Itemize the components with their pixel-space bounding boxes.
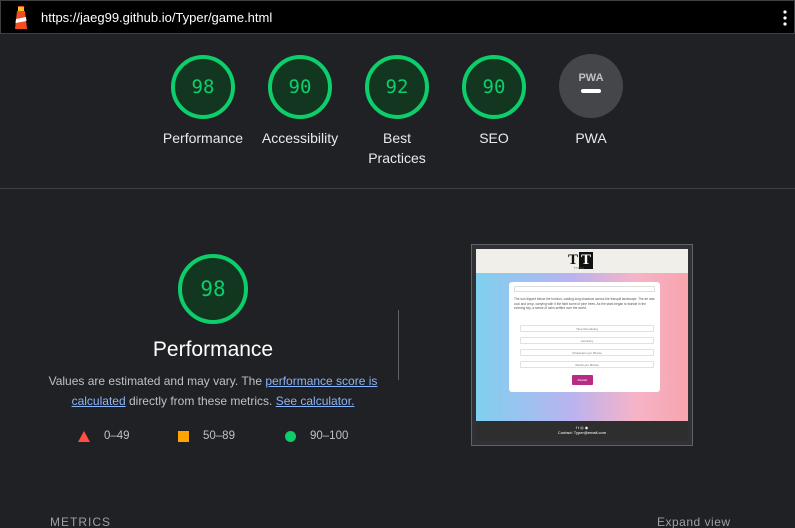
typing-input	[514, 286, 655, 292]
vertical-divider	[398, 310, 399, 380]
typing-passage: The sun dipped below the horizon, castin…	[514, 297, 655, 310]
gauge-label: SEO	[479, 130, 509, 146]
kebab-menu-icon[interactable]	[782, 10, 788, 26]
description-text: directly from these metrics.	[125, 394, 276, 408]
screenshot-footer: f t ◎ ◉ Contact: Typer@email.com	[476, 421, 688, 441]
circle-icon	[285, 430, 296, 442]
gauge-ring: 92	[365, 55, 429, 119]
screenshot-gradient-bg: The sun dipped below the horizon, castin…	[476, 273, 688, 421]
gauge-ring: 98	[171, 55, 235, 119]
gauge-ring: 90	[462, 55, 526, 119]
page-url[interactable]: https://jaeg99.github.io/Typer/game.html	[41, 10, 272, 25]
performance-title: Performance	[152, 338, 274, 361]
stat-row: Words per Minute	[520, 361, 654, 368]
expand-view-toggle[interactable]: Expand view	[657, 515, 731, 528]
browser-top-bar: https://jaeg99.github.io/Typer/game.html	[0, 0, 795, 34]
metrics-heading: METRICS	[50, 515, 111, 528]
legend-range: 0–49	[104, 430, 130, 442]
typer-subtitle: TYPER	[574, 266, 585, 270]
performance-score: 98	[200, 277, 225, 301]
description-text: Values are estimated and may vary. The	[48, 374, 266, 388]
screenshot-header: TT TYPER	[476, 249, 688, 273]
see-calculator-link[interactable]: See calculator.	[276, 394, 355, 408]
gauge-label: PWA	[575, 130, 607, 146]
gauge-best-practices[interactable]: 92 Best Practices	[347, 54, 447, 168]
gauge-label: Best Practices	[368, 130, 426, 166]
gauge-accessibility[interactable]: 90 Accessibility	[250, 54, 350, 148]
category-gauges: 98 Performance 90 Accessibility 92 Best …	[0, 34, 795, 189]
legend-range: 90–100	[310, 430, 349, 442]
gauge-score: 92	[386, 76, 409, 98]
pwa-badge-icon: PWA	[559, 54, 623, 118]
legend-pass: 90–100	[285, 430, 348, 442]
gauge-ring: 90	[268, 55, 332, 119]
gauge-label: Performance	[162, 130, 244, 146]
typing-card: The sun dipped below the horizon, castin…	[509, 282, 660, 392]
restart-button: Restart	[572, 375, 593, 385]
final-screenshot[interactable]: TT TYPER The sun dipped below the horizo…	[471, 244, 693, 446]
gauge-pwa[interactable]: PWA PWA	[541, 54, 641, 148]
stat-row: Characters per Minute	[520, 349, 654, 356]
lighthouse-icon	[15, 6, 27, 29]
gauge-performance[interactable]: 98 Performance	[153, 54, 253, 148]
performance-gauge-large: 98	[178, 254, 248, 324]
gauge-seo[interactable]: 90 SEO	[444, 54, 544, 148]
legend-fail: 0–49	[78, 430, 130, 442]
gauge-score: 90	[289, 76, 312, 98]
gauge-score: 90	[483, 76, 506, 98]
gauge-label: Accessibility	[261, 130, 339, 146]
pwa-badge-text: PWA	[578, 72, 603, 84]
screenshot-content: TT TYPER The sun dipped below the horizo…	[476, 249, 688, 441]
contact-text: Contact: Typer@email.com	[557, 430, 607, 435]
legend-average: 50–89	[178, 430, 235, 442]
legend-range: 50–89	[203, 430, 235, 442]
performance-description: Values are estimated and may vary. The p…	[40, 371, 386, 411]
triangle-icon	[78, 430, 90, 442]
gauge-score: 98	[192, 76, 215, 98]
square-icon	[178, 430, 189, 442]
time-remaining-field: Time Remaining	[520, 325, 654, 332]
stat-row: Accuracy	[520, 337, 654, 344]
